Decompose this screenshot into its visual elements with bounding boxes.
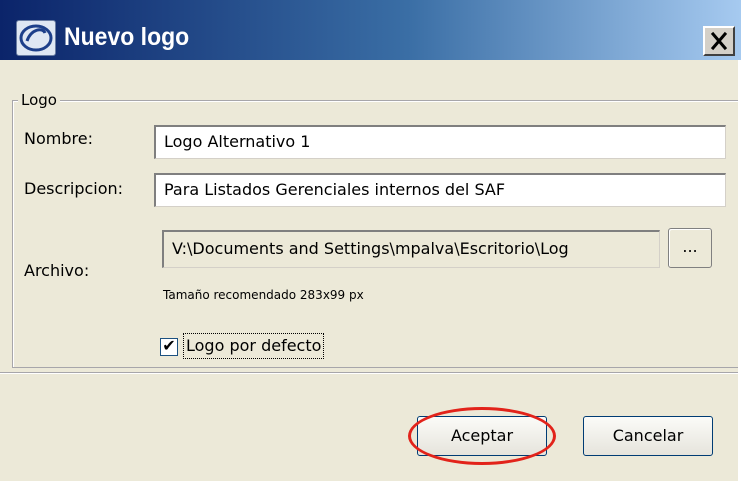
- default-logo-label[interactable]: Logo por defecto: [182, 333, 325, 359]
- size-hint-text: Tamaño recomendado 283x99 px: [163, 288, 364, 302]
- title-bar[interactable]: Nuevo logo: [0, 0, 741, 60]
- descripcion-label: Descripcion:: [24, 179, 124, 198]
- checkmark-icon: ✔: [162, 336, 176, 355]
- default-logo-checkbox[interactable]: ✔: [160, 336, 178, 356]
- nombre-label: Nombre:: [24, 129, 93, 148]
- descripcion-field[interactable]: Para Listados Gerenciales internos del S…: [154, 173, 726, 207]
- groupbox-legend: Logo: [18, 89, 60, 111]
- close-icon: [710, 31, 728, 51]
- window-title: Nuevo logo: [64, 23, 190, 51]
- archivo-label: Archivo:: [24, 261, 90, 280]
- nombre-field[interactable]: Logo Alternativo 1: [154, 125, 726, 159]
- archivo-path-field[interactable]: V:\Documents and Settings\mpalva\Escrito…: [162, 230, 660, 268]
- browse-file-button[interactable]: ...: [668, 228, 712, 268]
- app-logo-icon: [16, 20, 56, 56]
- footer-separator: [0, 372, 741, 374]
- close-button[interactable]: [703, 26, 735, 56]
- accept-button[interactable]: Aceptar: [417, 416, 547, 456]
- cancel-button[interactable]: Cancelar: [583, 416, 713, 456]
- dialog-window: Nuevo logo Logo Nombre: Logo Alternativo…: [0, 0, 741, 481]
